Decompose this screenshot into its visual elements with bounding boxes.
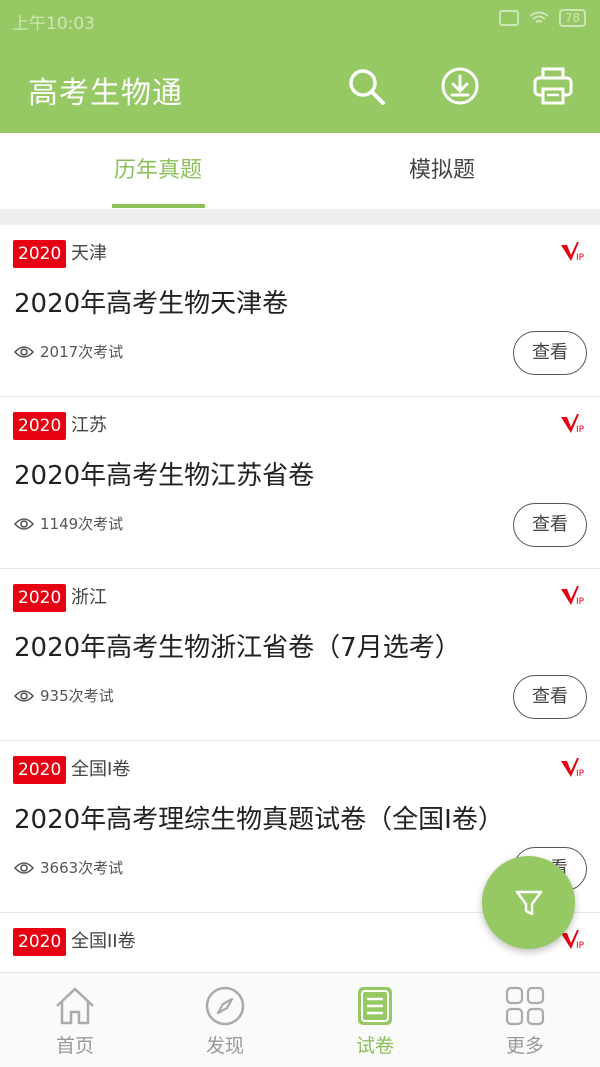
year-badge: 2020 bbox=[13, 756, 67, 784]
tab-indicator bbox=[112, 204, 205, 208]
nav-home[interactable]: 首页 bbox=[0, 973, 150, 1067]
year-badge: 2020 bbox=[13, 584, 67, 612]
region-label: 天津 bbox=[71, 243, 107, 264]
filter-button[interactable] bbox=[482, 856, 575, 949]
view-button[interactable]: 查看 bbox=[513, 675, 587, 719]
status-time: 上午10:03 bbox=[12, 14, 95, 34]
list-item[interactable]: 2020 天津 IP 2020年高考生物天津卷 2017次考试 查看 bbox=[0, 225, 600, 397]
tab-past-papers[interactable]: 历年真题 bbox=[8, 133, 308, 209]
year-badge: 2020 bbox=[13, 412, 67, 440]
view-count: 2017次考试 bbox=[14, 341, 123, 362]
battery-indicator: 78 bbox=[558, 9, 586, 27]
paper-title: 2020年高考生物浙江省卷（7月选考） bbox=[14, 633, 461, 663]
view-count: 3663次考试 bbox=[14, 857, 123, 878]
view-count: 1149次考试 bbox=[14, 513, 123, 534]
view-count: 935次考试 bbox=[14, 685, 114, 706]
nav-more-label: 更多 bbox=[505, 1035, 544, 1057]
app-bar: 上午10:03 78 高考生物通 bbox=[0, 0, 600, 133]
region-label: 浙江 bbox=[71, 587, 107, 608]
sim-icon bbox=[498, 10, 519, 26]
tab-mock-papers[interactable]: 模拟题 bbox=[292, 133, 592, 209]
view-count-text: 935次考试 bbox=[40, 687, 114, 705]
region-label: 江苏 bbox=[71, 415, 107, 436]
status-icons: 78 bbox=[498, 9, 586, 27]
printer-icon[interactable] bbox=[533, 66, 573, 106]
nav-papers-label: 试卷 bbox=[355, 1035, 394, 1057]
download-icon[interactable] bbox=[440, 66, 480, 106]
view-button[interactable]: 查看 bbox=[513, 331, 587, 375]
vip-icon: IP bbox=[561, 758, 584, 779]
svg-text:IP: IP bbox=[576, 253, 584, 263]
eye-icon bbox=[14, 689, 34, 702]
wifi-icon bbox=[529, 11, 549, 23]
filter-icon bbox=[515, 890, 542, 915]
tab-bar: 历年真题 模拟题 bbox=[0, 133, 600, 209]
eye-icon bbox=[14, 345, 34, 358]
nav-home-label: 首页 bbox=[55, 1035, 94, 1057]
region-label: 全国II卷 bbox=[71, 931, 136, 952]
year-badge: 2020 bbox=[13, 928, 67, 956]
view-count-text: 1149次考试 bbox=[40, 515, 124, 533]
compass-icon bbox=[205, 986, 245, 1026]
search-icon[interactable] bbox=[346, 66, 386, 106]
app-title: 高考生物通 bbox=[28, 76, 183, 111]
section-divider bbox=[0, 209, 600, 225]
svg-text:IP: IP bbox=[576, 425, 584, 435]
vip-icon: IP bbox=[561, 586, 584, 607]
svg-text:IP: IP bbox=[576, 597, 584, 607]
home-icon bbox=[56, 987, 94, 1025]
nav-more[interactable]: 更多 bbox=[450, 973, 600, 1067]
eye-icon bbox=[14, 517, 34, 530]
svg-text:IP: IP bbox=[576, 769, 584, 779]
nav-papers[interactable]: 试卷 bbox=[300, 973, 450, 1067]
bottom-nav: 首页 发现 试卷 更多 bbox=[0, 972, 600, 1067]
vip-icon: IP bbox=[561, 242, 584, 263]
paper-title: 2020年高考生物天津卷 bbox=[14, 289, 289, 319]
svg-text:IP: IP bbox=[576, 941, 584, 951]
eye-icon bbox=[14, 861, 34, 874]
view-button[interactable]: 查看 bbox=[513, 503, 587, 547]
vip-icon: IP bbox=[561, 414, 584, 435]
list-item[interactable]: 2020 浙江 IP 2020年高考生物浙江省卷（7月选考） 935次考试 查看 bbox=[0, 569, 600, 741]
paper-title: 2020年高考理综生物真题试卷（全国I卷） bbox=[14, 805, 504, 835]
list-item[interactable]: 2020 江苏 IP 2020年高考生物江苏省卷 1149次考试 查看 bbox=[0, 397, 600, 569]
paper-list-icon bbox=[358, 987, 392, 1025]
paper-title: 2020年高考生物江苏省卷 bbox=[14, 461, 315, 491]
view-count-text: 3663次考试 bbox=[40, 859, 124, 877]
nav-discover[interactable]: 发现 bbox=[150, 973, 300, 1067]
view-count-text: 2017次考试 bbox=[40, 343, 124, 361]
grid-icon bbox=[505, 986, 545, 1026]
status-bar: 上午10:03 78 bbox=[0, 0, 600, 40]
nav-discover-label: 发现 bbox=[205, 1035, 244, 1057]
region-label: 全国I卷 bbox=[71, 759, 131, 780]
year-badge: 2020 bbox=[13, 240, 67, 268]
